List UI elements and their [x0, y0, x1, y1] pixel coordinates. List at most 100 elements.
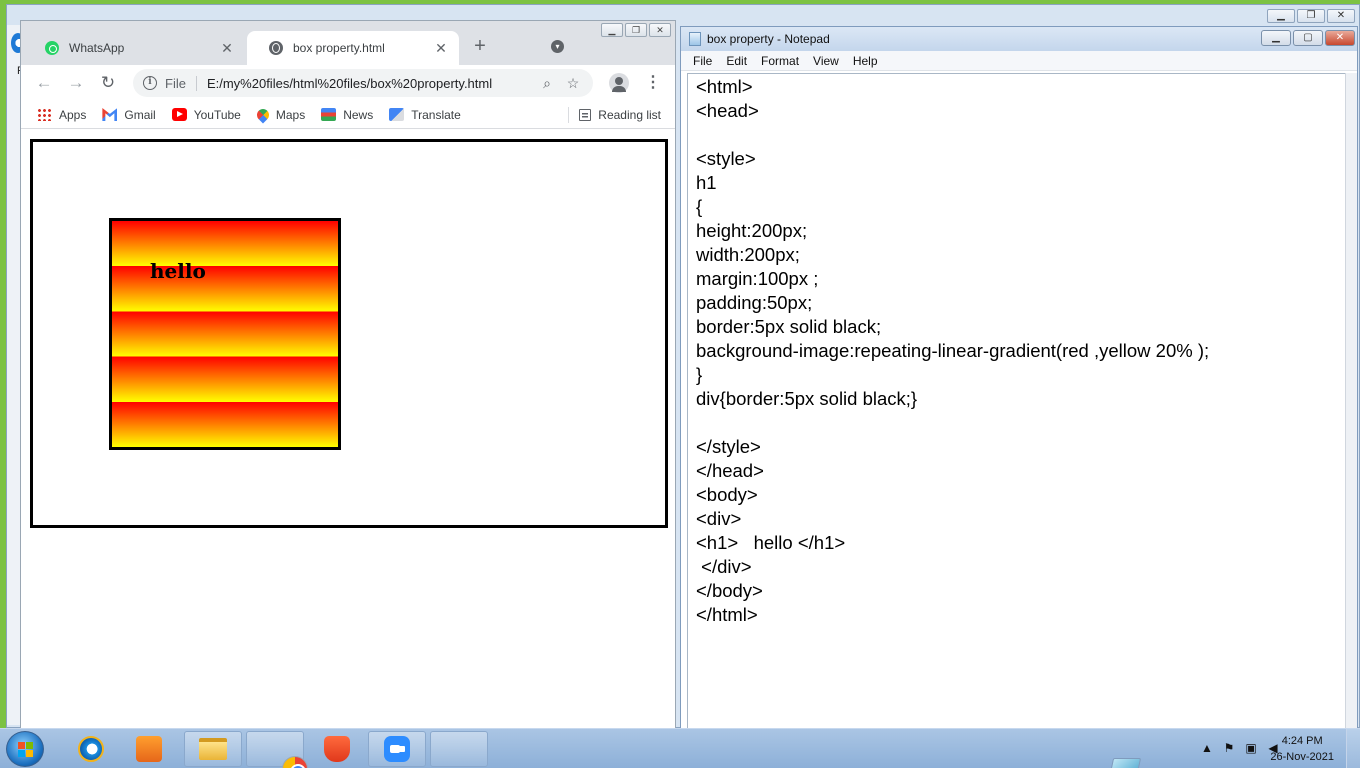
start-button[interactable]	[6, 731, 44, 767]
bookmark-youtube[interactable]: YouTube	[171, 107, 241, 122]
code-line: width:200px;	[696, 244, 800, 265]
address-bar[interactable]: i File E:/my%20files/html%20files/box%20…	[133, 69, 593, 97]
brave-icon	[324, 736, 350, 762]
url-text[interactable]: E:/my%20files/html%20files/box%20propert…	[207, 76, 531, 91]
tab-box-property[interactable]: box property.html ✕	[247, 31, 459, 65]
tab-title: box property.html	[293, 41, 385, 55]
code-line: <div>	[696, 508, 742, 529]
code-line: {	[696, 196, 703, 217]
tab-close-icon[interactable]: ✕	[433, 40, 449, 57]
code-line: </body>	[696, 580, 763, 601]
translate-icon	[389, 108, 405, 121]
file-explorer-icon	[199, 738, 227, 760]
info-icon[interactable]: i	[143, 76, 157, 90]
maps-icon	[254, 106, 272, 123]
tab-whatsapp[interactable]: WhatsApp ✕	[23, 31, 245, 65]
profile-avatar-icon[interactable]	[609, 73, 629, 93]
reading-list-button[interactable]: Reading list	[579, 108, 661, 122]
taskbar-chrome[interactable]	[246, 731, 308, 768]
action-center-flag-icon[interactable]: ⚑	[1222, 741, 1236, 755]
menu-help[interactable]: Help	[853, 54, 878, 68]
code-line: <body>	[696, 484, 758, 505]
reading-list-label: Reading list	[598, 107, 661, 122]
chrome-icon	[282, 756, 308, 768]
taskbar-internet-explorer[interactable]	[62, 731, 120, 767]
notepad-window-controls: ▁ ▢ ✕	[1261, 30, 1355, 46]
minimize-button[interactable]: ▁	[1267, 9, 1295, 23]
chrome-window-controls: ▁ ❐ ✕	[601, 23, 671, 37]
minimize-button[interactable]: ▁	[601, 23, 623, 37]
notepad-window: box property - Notepad ▁ ▢ ✕ File Edit F…	[680, 26, 1358, 730]
code-line: margin:100px ;	[696, 268, 819, 289]
reload-icon[interactable]: ↻	[97, 72, 119, 94]
background-window-edge	[7, 25, 21, 725]
taskbar-brave[interactable]	[308, 731, 366, 767]
code-line: <style>	[696, 148, 756, 169]
clock-date: 26-Nov-2021	[1270, 751, 1334, 763]
bookmarks-bar: Apps Gmail YouTube Maps News Translate R…	[21, 101, 675, 129]
clock-time: 4:24 PM	[1281, 735, 1323, 747]
network-icon[interactable]: ▣	[1244, 741, 1258, 755]
reading-list-icon	[579, 108, 592, 121]
bookmark-label: Gmail	[124, 107, 156, 122]
show-desktop-button[interactable]	[1346, 729, 1360, 768]
bookmark-gmail[interactable]: Gmail	[102, 107, 156, 122]
bookmark-label: News	[343, 107, 374, 122]
bookmark-translate[interactable]: Translate	[389, 108, 461, 122]
bookmark-news[interactable]: News	[321, 108, 373, 122]
zoom-search-icon[interactable]: ⌕	[537, 75, 557, 92]
minimize-button[interactable]: ▁	[1261, 30, 1291, 46]
close-button[interactable]: ✕	[1325, 30, 1355, 46]
taskbar-notepad[interactable]	[430, 731, 1142, 768]
show-hidden-icons-icon[interactable]: ▲	[1200, 741, 1214, 755]
bookmark-star-icon[interactable]: ☆	[563, 75, 583, 92]
menu-format[interactable]: Format	[761, 54, 799, 68]
forward-arrow-icon[interactable]: →	[65, 72, 87, 94]
taskbar: ▲ ⚑ ▣ ◀ 4:24 PM 26-Nov-2021	[0, 728, 1360, 768]
maximize-button[interactable]: ▢	[1293, 30, 1323, 46]
code-line: background-image:repeating-linear-gradie…	[696, 340, 1210, 361]
taskbar-media-player[interactable]	[120, 731, 178, 767]
demo-div-box: hello	[30, 139, 668, 528]
bookmark-label: YouTube	[193, 107, 241, 122]
chrome-toolbar: ← → ↻ i File E:/my%20files/html%20files/…	[21, 65, 675, 101]
code-line: h1	[696, 172, 717, 193]
bookmark-label: Apps	[59, 107, 87, 122]
taskbar-zoom[interactable]	[368, 731, 426, 767]
notepad-icon	[1108, 758, 1142, 768]
page-viewport: hello	[21, 130, 675, 730]
taskbar-clock[interactable]: 4:24 PM 26-Nov-2021	[1270, 733, 1334, 765]
bookmark-label: Translate	[411, 107, 461, 122]
chrome-menu-icon[interactable]: ⋮	[645, 73, 661, 93]
tab-close-icon[interactable]: ✕	[219, 40, 235, 57]
restore-button[interactable]: ❐	[1297, 9, 1325, 23]
whatsapp-icon	[45, 41, 59, 55]
bookmark-apps[interactable]: Apps	[37, 108, 86, 122]
code-line: <head>	[696, 100, 759, 121]
tab-title: WhatsApp	[69, 41, 125, 55]
close-button[interactable]: ✕	[1327, 9, 1355, 23]
notepad-text-area[interactable]: <html> <head> <style> h1 { height:200px;…	[687, 73, 1347, 729]
menu-view[interactable]: View	[813, 54, 839, 68]
taskbar-file-explorer[interactable]	[184, 731, 242, 767]
new-tab-button[interactable]: +	[469, 35, 491, 58]
back-arrow-icon[interactable]: ←	[33, 72, 55, 94]
notepad-menubar: File Edit Format View Help	[681, 51, 1357, 71]
background-window-controls: ▁ ❐ ✕	[1267, 9, 1355, 23]
code-line: </style>	[696, 436, 761, 457]
restore-button[interactable]: ❐	[625, 23, 647, 37]
media-player-icon	[136, 736, 162, 762]
menu-file[interactable]: File	[693, 54, 712, 68]
bookmark-maps[interactable]: Maps	[254, 106, 306, 123]
tab-search-icon[interactable]: ▾	[551, 40, 564, 53]
close-button[interactable]: ✕	[649, 23, 671, 37]
code-line: height:200px;	[696, 220, 808, 241]
menu-edit[interactable]: Edit	[726, 54, 747, 68]
bookmark-label: Maps	[275, 107, 306, 122]
notepad-scrollbar[interactable]	[1345, 73, 1357, 729]
tab-strip: WhatsApp ✕ box property.html ✕ + ▾ ▁ ❐ ✕	[21, 21, 675, 65]
code-line: }	[696, 364, 703, 385]
chrome-window: WhatsApp ✕ box property.html ✕ + ▾ ▁ ❐ ✕…	[20, 20, 676, 730]
